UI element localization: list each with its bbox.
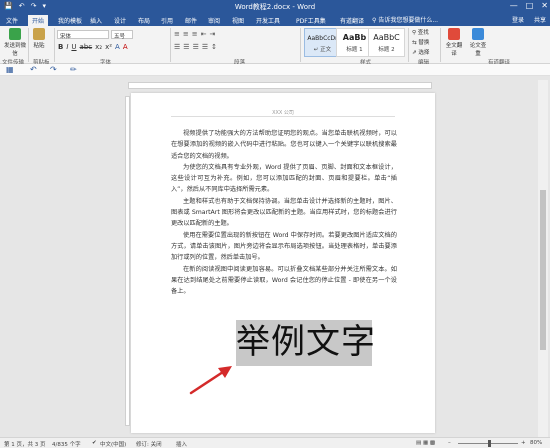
language[interactable]: 中文(中国) — [100, 440, 126, 448]
format-painter-icon[interactable]: ✏ — [70, 65, 77, 74]
redo-icon-2[interactable]: ↷ — [50, 65, 57, 74]
tab-developer[interactable]: 开发工具 — [252, 15, 284, 26]
horizontal-ruler[interactable] — [128, 82, 432, 89]
tab-review[interactable]: 审阅 — [204, 15, 224, 26]
align-left-icon[interactable]: ☰ — [174, 43, 180, 51]
tab-mailings[interactable]: 邮件 — [181, 15, 201, 26]
user-area: 登录 共享 — [512, 15, 546, 24]
align-right-icon[interactable]: ☰ — [193, 43, 199, 51]
subscript-button[interactable]: x₂ — [95, 43, 102, 51]
zoom-in-icon[interactable]: + — [521, 440, 526, 446]
tab-references[interactable]: 引用 — [157, 15, 177, 26]
paragraph: 主题和样式也有助于文档保持协调。当您单击设计并选择新的主题时，图片、图表或 Sm… — [171, 197, 397, 228]
tell-me-search[interactable]: ⚲ 告诉我您想要做什么... — [372, 15, 438, 24]
tab-insert[interactable]: 插入 — [86, 15, 106, 26]
window-title: Word教程2.docx - Word — [234, 3, 316, 11]
font-size-select[interactable]: 五号 — [111, 30, 133, 40]
numbering-icon[interactable]: ≡ — [183, 30, 189, 38]
decrease-indent-icon[interactable]: ⇤ — [201, 30, 207, 38]
title-bar: 💾 ↶ ↷ ▾ Word教程2.docx - Word — □ ✕ — [0, 0, 550, 14]
wechat-icon — [9, 28, 21, 40]
tab-view[interactable]: 视图 — [228, 15, 248, 26]
view-mode-icons[interactable]: ▤ ▦ ▩ — [416, 440, 435, 446]
strikethrough-button[interactable]: abc — [80, 43, 93, 51]
tab-layout[interactable]: 布局 — [134, 15, 154, 26]
insert-mode[interactable]: 插入 — [176, 440, 187, 448]
justify-icon[interactable]: ☰ — [202, 43, 208, 51]
font-color-button[interactable]: A — [123, 43, 128, 51]
replace-button[interactable]: ⇆ 替换 — [412, 38, 429, 46]
superscript-button[interactable]: x² — [105, 43, 112, 51]
paragraph: 使用在需要位置出现的新按钮在 Word 中保存时间。若要更改图片适应文档的方式，… — [171, 231, 397, 262]
word-count[interactable]: 4/835 个字 — [52, 440, 81, 448]
paste-icon — [33, 28, 45, 40]
style-heading-2[interactable]: AaBbC 标题 2 — [368, 28, 405, 57]
status-bar: 第 1 页，共 3 页 4/835 个字 ✔ 中文(中国) 修订: 关闭 插入 … — [0, 437, 550, 448]
share-button[interactable]: 共享 — [534, 15, 546, 24]
tab-pdf-tools[interactable]: PDF工具集 — [292, 15, 330, 26]
example-text[interactable]: 举例文字 — [236, 318, 375, 366]
search-placeholder: 告诉我您想要做什么... — [378, 17, 439, 24]
increase-indent-icon[interactable]: ⇥ — [210, 30, 216, 38]
tab-my-templates[interactable]: 我的模板 — [54, 15, 86, 26]
translate-icon — [448, 28, 460, 40]
paper-check-button[interactable]: 论文查重 — [468, 28, 488, 57]
tab-design[interactable]: 设计 — [110, 15, 130, 26]
font-name-select[interactable]: 宋体 — [57, 30, 109, 40]
minimize-button[interactable]: — — [510, 1, 518, 10]
zoom-slider-knob[interactable] — [488, 440, 491, 447]
header-divider — [171, 116, 395, 117]
line-spacing-icon[interactable]: ↕ — [211, 43, 217, 51]
ribbon-tabs: 文件 开始 我的模板 插入 设计 布局 引用 邮件 审阅 视图 开发工具 PDF… — [0, 14, 550, 26]
find-button[interactable]: ⚲ 查找 — [412, 28, 429, 36]
tab-youdao[interactable]: 有道翻译 — [336, 15, 368, 26]
page-header: XXX 公司 — [272, 110, 294, 116]
tab-home[interactable]: 开始 — [28, 15, 49, 26]
italic-button[interactable]: I — [66, 43, 68, 51]
login-link[interactable]: 登录 — [512, 15, 524, 24]
paragraph-list-row: ≡ ≡ ≡ ⇤ ⇥ — [174, 30, 215, 38]
font-format-row: B I U abc x₂ x² A A — [58, 43, 128, 51]
page-view-icon[interactable]: ▦ — [6, 65, 14, 74]
select-button[interactable]: ⇗ 选择 — [412, 48, 429, 56]
vertical-ruler[interactable] — [125, 96, 130, 426]
paragraph: 在新的阅读视图中阅读更加容易。可以折叠文档某些部分并关注所需文本。如果在达到结尾… — [171, 265, 397, 296]
secondary-toolbar: ▦ ↶ ↷ ✏ — [0, 64, 550, 76]
zoom-level[interactable]: 80% — [530, 440, 542, 446]
scrollbar-thumb[interactable] — [540, 190, 546, 350]
page-count[interactable]: 第 1 页，共 3 页 — [4, 440, 46, 448]
paper-check-icon — [472, 28, 484, 40]
undo-icon-2[interactable]: ↶ — [30, 65, 37, 74]
paragraph: 为使您的文档具有专业外观，Word 提供了页眉、页脚、封面和文本框设计，这些设计… — [171, 163, 397, 194]
window-controls: — □ ✕ — [510, 1, 548, 10]
vertical-scrollbar[interactable] — [538, 80, 548, 438]
align-center-icon[interactable]: ☰ — [183, 43, 189, 51]
close-button[interactable]: ✕ — [541, 1, 548, 10]
text-effect-button[interactable]: A — [115, 43, 120, 51]
underline-button[interactable]: U — [71, 43, 76, 51]
proofing-icon[interactable]: ✔ — [92, 440, 97, 446]
paragraph: 视频提供了功能强大的方法帮助您证明您的观点。当您单击联机视频时，可以在想要添加的… — [171, 130, 397, 160]
track-changes-status[interactable]: 修订: 关闭 — [136, 440, 162, 448]
tab-file[interactable]: 文件 — [2, 15, 22, 26]
multilevel-icon[interactable]: ≡ — [192, 30, 198, 38]
full-translate-button[interactable]: 全文翻译 — [444, 28, 464, 57]
send-to-wechat-button[interactable]: 发送到微信 — [4, 28, 26, 57]
ribbon-home: 发送到微信 文件传输 粘贴 剪贴板 宋体 五号 B I U abc x₂ x² … — [0, 26, 550, 66]
maximize-button[interactable]: □ — [526, 1, 534, 10]
bullets-icon[interactable]: ≡ — [174, 30, 180, 38]
document-page[interactable]: XXX 公司 视频提供了功能强大的方法帮助您证明您的观点。当您单击联机视频时，可… — [131, 93, 435, 433]
zoom-out-icon[interactable]: – — [448, 440, 451, 446]
paragraph-align-row: ☰ ☰ ☰ ☰ ↕ — [174, 43, 217, 51]
lightbulb-icon: ⚲ — [372, 17, 377, 24]
document-body[interactable]: 视频提供了功能强大的方法帮助您证明您的观点。当您单击联机视频时，可以在想要添加的… — [171, 128, 397, 297]
paste-button[interactable]: 粘贴 — [30, 28, 48, 49]
bold-button[interactable]: B — [58, 43, 63, 51]
